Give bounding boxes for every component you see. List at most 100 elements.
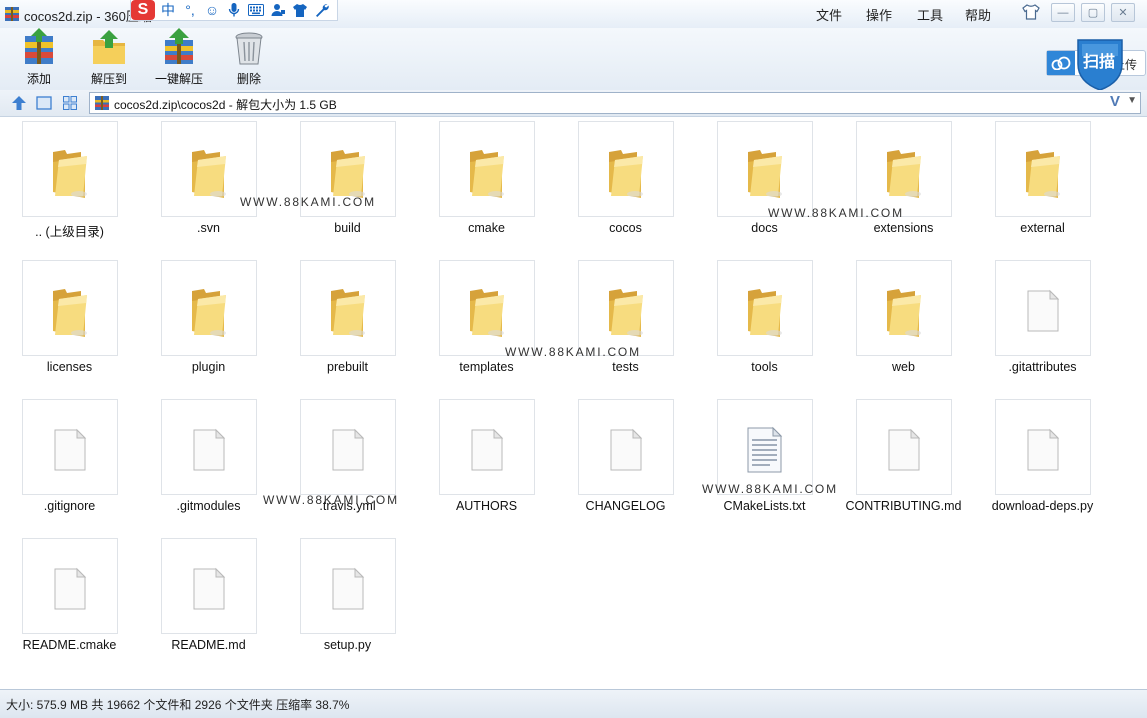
file-item[interactable]: README.md <box>139 534 278 673</box>
ime-punct-toggle[interactable]: °, <box>179 0 201 20</box>
folder-icon <box>331 289 365 337</box>
wrench-icon[interactable] <box>311 0 333 20</box>
item-thumbnail <box>161 260 257 356</box>
folder-item[interactable]: docs <box>695 117 834 256</box>
delete-button[interactable]: 删除 <box>226 28 272 87</box>
item-thumbnail <box>439 121 535 217</box>
main-toolbar: 添加 解压到 一键解压 删除 拖拽上传 <box>0 28 1147 91</box>
add-archive-icon <box>25 28 53 64</box>
minimize-button[interactable]: — <box>1051 3 1075 22</box>
file-icon <box>332 567 365 610</box>
item-thumbnail <box>717 121 813 217</box>
folder-item[interactable]: .svn <box>139 117 278 256</box>
item-name: web <box>892 360 915 374</box>
archive-icon <box>5 7 19 21</box>
item-name: build <box>334 221 361 235</box>
folder-item[interactable]: tests <box>556 256 695 395</box>
item-thumbnail <box>161 399 257 495</box>
item-thumbnail <box>856 121 952 217</box>
add-button[interactable]: 添加 <box>16 28 62 87</box>
item-name: CONTRIBUTING.md <box>845 499 962 513</box>
item-thumbnail <box>439 260 535 356</box>
file-item[interactable]: CONTRIBUTING.md <box>834 395 973 534</box>
cloud-icon <box>1047 51 1075 75</box>
title-bar: cocos2d.zip - 360压缩 S 中 °, ☺ 文件 操作 工具 帮助… <box>0 0 1147 28</box>
folder-icon <box>748 150 782 198</box>
folder-item[interactable]: tools <box>695 256 834 395</box>
microphone-icon[interactable] <box>223 0 245 20</box>
emoji-icon[interactable]: ☺ <box>201 0 223 20</box>
item-name: cocos <box>609 221 642 235</box>
file-icon <box>471 428 504 471</box>
item-thumbnail <box>300 538 396 634</box>
item-name: download-deps.py <box>991 499 1094 513</box>
folder-icon <box>887 289 921 337</box>
address-row: cocos2d.zip\cocos2d - 解包大小为 1.5 GB V ▼ <box>0 90 1147 117</box>
item-name: .gitmodules <box>176 499 241 513</box>
chevron-down-icon[interactable]: ▼ <box>1127 95 1137 106</box>
folder-item[interactable]: external <box>973 117 1112 256</box>
item-thumbnail <box>578 260 674 356</box>
file-item[interactable]: .gitattributes <box>973 256 1112 395</box>
file-item[interactable]: AUTHORS <box>417 395 556 534</box>
folder-item[interactable]: prebuilt <box>278 256 417 395</box>
ime-mode-toggle[interactable]: 中 <box>157 0 179 20</box>
address-path: cocos2d.zip\cocos2d - 解包大小为 1.5 GB <box>114 98 337 112</box>
item-name: licenses <box>46 360 93 374</box>
folder-item[interactable]: templates <box>417 256 556 395</box>
address-v-mark[interactable]: V <box>1110 93 1120 110</box>
item-name: CHANGELOG <box>585 499 666 513</box>
grid-view-icon[interactable] <box>62 95 78 111</box>
file-icon <box>54 567 87 610</box>
folder-item[interactable]: plugin <box>139 256 278 395</box>
keyboard-icon[interactable] <box>245 0 267 20</box>
folder-item[interactable]: cmake <box>417 117 556 256</box>
folder-item[interactable]: .. (上级目录) <box>0 117 139 256</box>
file-item[interactable]: CHANGELOG <box>556 395 695 534</box>
item-name: README.cmake <box>22 638 117 652</box>
folder-item[interactable]: cocos <box>556 117 695 256</box>
menu-actions[interactable]: 操作 <box>866 5 892 24</box>
item-thumbnail <box>22 260 118 356</box>
one-click-extract-button[interactable]: 一键解压 <box>152 28 206 87</box>
address-bar[interactable]: cocos2d.zip\cocos2d - 解包大小为 1.5 GB V ▼ <box>89 92 1141 114</box>
sogou-logo-icon[interactable]: S <box>131 0 155 20</box>
file-item[interactable]: download-deps.py <box>973 395 1112 534</box>
file-item[interactable]: README.cmake <box>0 534 139 673</box>
item-thumbnail <box>300 399 396 495</box>
folder-icon <box>53 289 87 337</box>
extract-to-button[interactable]: 解压到 <box>86 28 132 87</box>
item-name: AUTHORS <box>455 499 518 513</box>
folder-icon <box>887 150 921 198</box>
skin-shirt-icon[interactable] <box>289 0 311 20</box>
file-item[interactable]: .gitignore <box>0 395 139 534</box>
item-thumbnail <box>717 399 813 495</box>
folder-item[interactable]: web <box>834 256 973 395</box>
close-button[interactable]: ✕ <box>1111 3 1135 22</box>
maximize-button[interactable]: ▢ <box>1081 3 1105 22</box>
item-thumbnail <box>22 399 118 495</box>
folder-item[interactable]: licenses <box>0 256 139 395</box>
item-name: tests <box>612 360 639 374</box>
large-icon-view-icon[interactable] <box>36 95 52 111</box>
item-name: external <box>1020 221 1065 235</box>
skin-icon[interactable] <box>1022 4 1040 20</box>
folder-icon <box>470 150 504 198</box>
folder-item[interactable]: extensions <box>834 117 973 256</box>
up-arrow-icon[interactable] <box>11 95 27 111</box>
menu-file[interactable]: 文件 <box>816 5 842 24</box>
folder-item[interactable]: build <box>278 117 417 256</box>
user-icon[interactable] <box>267 0 289 20</box>
file-item[interactable]: .gitmodules <box>139 395 278 534</box>
menu-tools[interactable]: 工具 <box>917 5 943 24</box>
file-item[interactable]: CMakeLists.txt <box>695 395 834 534</box>
ime-toolbar: S 中 °, ☺ <box>130 0 338 21</box>
file-item[interactable]: .travis.yml <box>278 395 417 534</box>
item-name: .svn <box>197 221 220 235</box>
file-item[interactable]: setup.py <box>278 534 417 673</box>
item-name: .. (上级目录) <box>35 225 104 239</box>
item-thumbnail <box>439 399 535 495</box>
item-thumbnail <box>995 260 1091 356</box>
menu-help[interactable]: 帮助 <box>965 5 991 24</box>
folder-icon <box>470 289 504 337</box>
